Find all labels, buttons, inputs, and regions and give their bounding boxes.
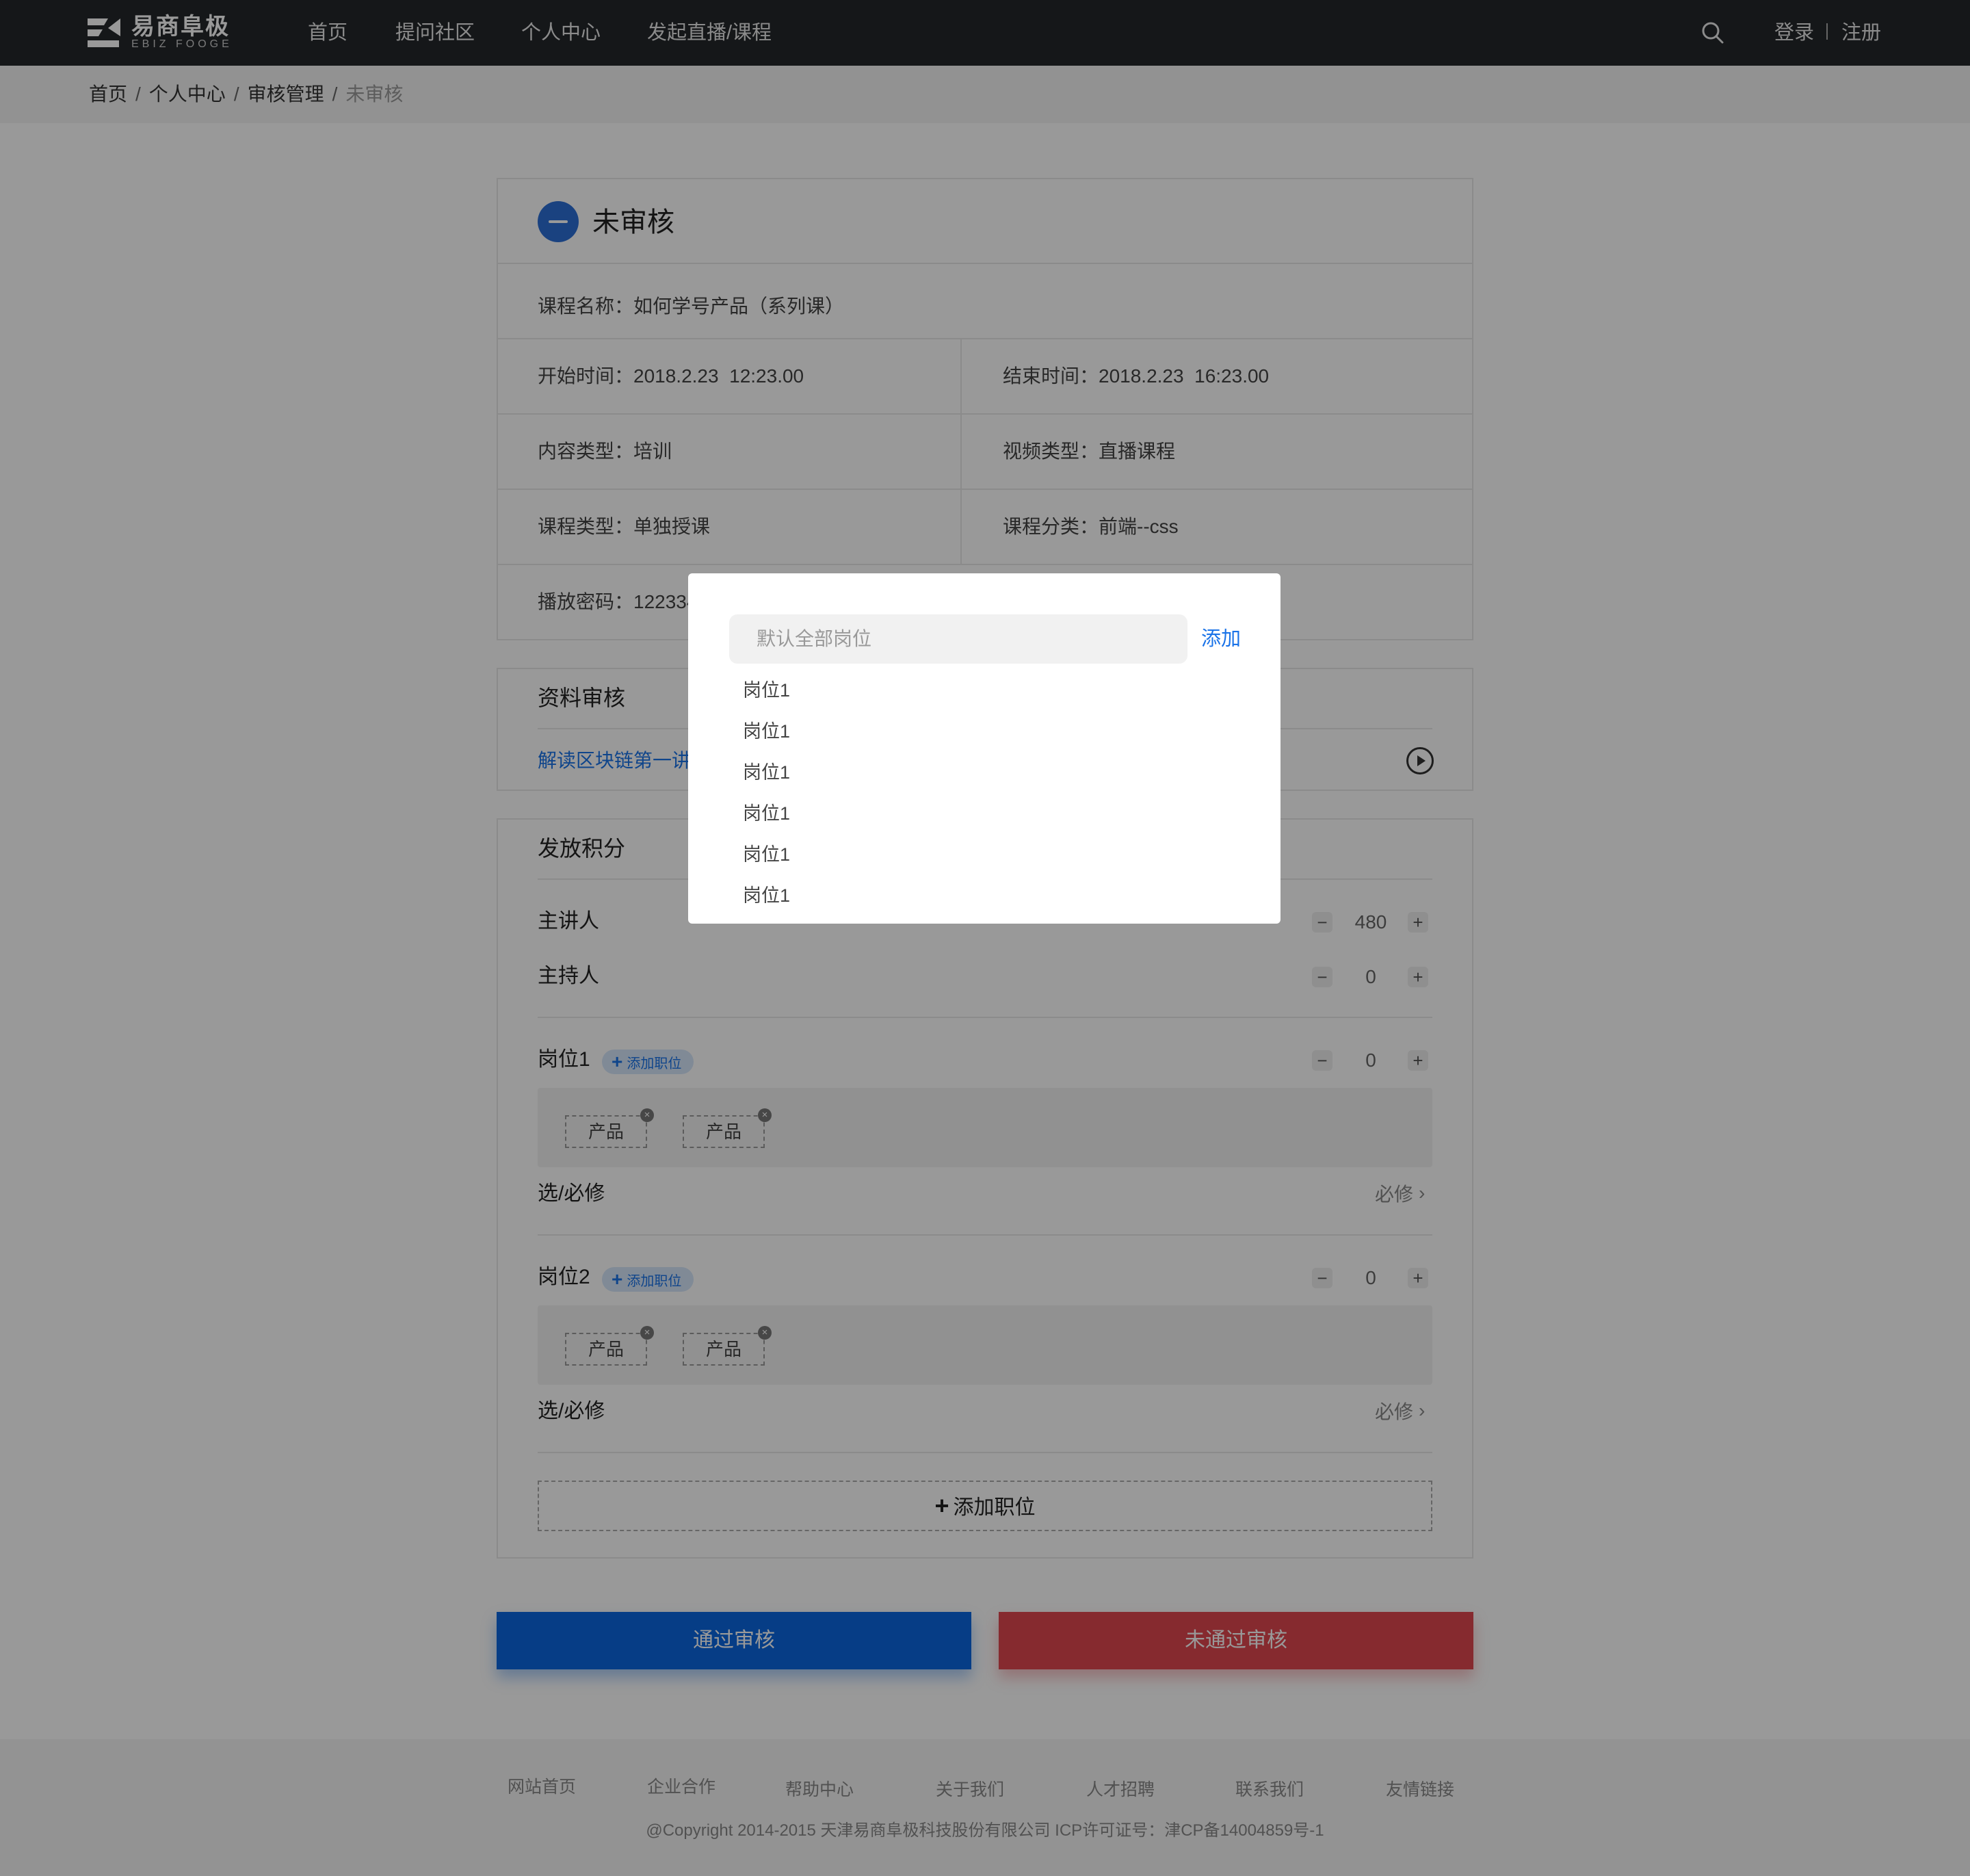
modal-add-button[interactable]: 添加 [1201, 625, 1241, 653]
position-option[interactable]: 岗位1 [743, 718, 790, 744]
position-option[interactable]: 岗位1 [743, 842, 790, 868]
position-option[interactable]: 岗位1 [743, 759, 790, 785]
position-option[interactable]: 岗位1 [743, 883, 790, 909]
position-option[interactable]: 岗位1 [743, 677, 790, 703]
position-option[interactable]: 岗位1 [743, 800, 790, 826]
position-search-input[interactable] [729, 614, 1187, 664]
modal-overlay[interactable] [0, 0, 1970, 1876]
